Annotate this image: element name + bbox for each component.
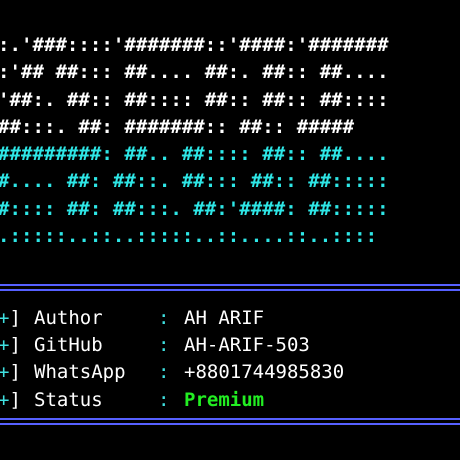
banner-line-7: #:::: ##: ##:::. ##:'####: ##::::: xyxy=(0,197,389,220)
banner-line-6: #.... ##: ##::. ##::: ##:: ##::::: xyxy=(0,170,389,193)
banner-line-4: ##:::. ##: #######:: ##:: ##### xyxy=(0,115,355,138)
status-label: Status xyxy=(34,388,137,411)
info-row-author: +] Author : AH ARIF xyxy=(0,305,264,332)
bottom-double-divider xyxy=(0,418,460,425)
info-row-github: +] GitHub : AH-ARIF-503 xyxy=(0,332,310,359)
banner-line-5: #########: ##.. ##:::: ##:: ##.... xyxy=(0,143,389,166)
plus-bullet-icon: +] xyxy=(0,388,21,411)
github-value: AH-ARIF-503 xyxy=(184,334,310,357)
banner-line-3: '##:. ##:: ##:::: ##:: ##:: ##:::: xyxy=(0,88,389,111)
info-separator: : xyxy=(158,388,170,411)
top-double-divider xyxy=(0,284,460,291)
banner-line-2: :'## ##::: ##.... ##:. ##:: ##.... xyxy=(0,61,389,84)
ascii-art-banner: :.'###::::'#######::'####:'####### :'## … xyxy=(0,32,389,250)
plus-bullet-icon: +] xyxy=(0,361,21,384)
terminal-window[interactable]: :.'###::::'#######::'####:'####### :'## … xyxy=(0,0,460,460)
status-value: Premium xyxy=(184,388,265,411)
author-value: AH ARIF xyxy=(184,307,265,329)
info-row-whatsapp: +] WhatsApp : +8801744985830 xyxy=(0,359,344,386)
banner-line-8: .:::::..::..:::::..::....::..:::: xyxy=(0,225,378,248)
info-row-status: +] Status : Premium xyxy=(0,387,264,414)
info-panel: +] Author : AH ARIF +] GitHub : AH-ARIF-… xyxy=(0,305,344,414)
whatsapp-label: WhatsApp xyxy=(34,361,137,384)
info-separator: : xyxy=(158,334,170,357)
plus-bullet-icon: +] xyxy=(0,307,21,329)
whatsapp-value: +8801744985830 xyxy=(184,361,345,384)
plus-bullet-icon: +] xyxy=(0,334,21,357)
github-label: GitHub xyxy=(34,334,137,357)
banner-line-1: :.'###::::'#######::'####:'####### xyxy=(0,34,389,56)
info-separator: : xyxy=(158,307,170,329)
info-separator: : xyxy=(158,361,170,384)
author-label: Author xyxy=(34,307,137,329)
